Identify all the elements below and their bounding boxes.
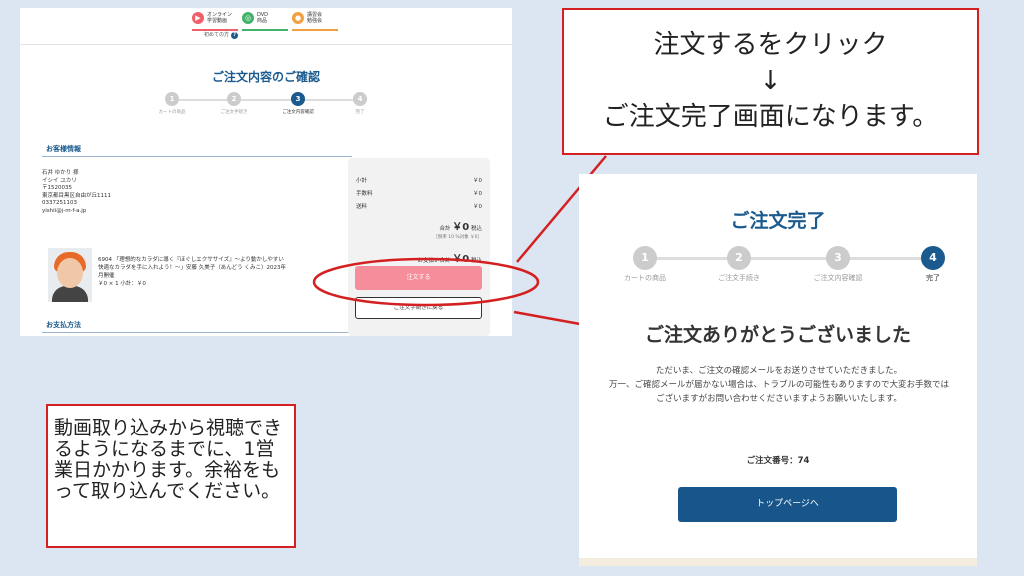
complete-step-4-number: 4	[921, 246, 945, 270]
note-text: 動画取り込みから視聴できるようになるまでに、1営業日かかります。余裕をもって取り…	[54, 417, 283, 502]
note-callout: 動画取り込みから視聴できるようになるまでに、1営業日かかります。余裕をもって取り…	[46, 404, 296, 548]
callout-line-3: ご注文完了画面になります。	[602, 102, 939, 132]
confirmation-line-1: ただいま、ご注文の確認メールをお送りさせていただきました。	[655, 366, 903, 376]
order-number-label: ご注文番号：	[746, 456, 798, 466]
instruction-callout: 注文するをクリック ↓ ご注文完了画面になります。	[562, 8, 979, 155]
order-number-value: 74	[797, 456, 810, 466]
complete-step-3: 3 ご注文内容確認	[803, 246, 873, 283]
confirmation-message: ただいま、ご注文の確認メールをお送りさせていただきました。 万一、ご確認メールが…	[609, 364, 949, 406]
complete-step-2-number: 2	[727, 246, 751, 270]
complete-title: ご注文完了	[730, 210, 826, 232]
order-button-highlight-ellipse	[312, 257, 540, 307]
complete-step-1: 1 カートの商品	[613, 246, 677, 283]
complete-step-3-label: ご注文内容確認	[813, 274, 863, 282]
callout-line-1: 注文するをクリック	[653, 30, 888, 60]
complete-step-1-number: 1	[633, 246, 657, 270]
callout-down-arrow: ↓	[759, 66, 782, 96]
complete-step-line	[645, 257, 935, 260]
complete-step-4-label: 完了	[926, 274, 940, 282]
thanks-heading: ご注文ありがとうございました	[644, 324, 911, 346]
complete-screenshot: ご注文完了 1 カートの商品 2 ご注文手続き 3 ご注文内容確認 4 完了 ご…	[579, 174, 977, 566]
confirmation-line-2: 万一、ご確認メールが届かない場合は、トラブルの可能性もありますので大変お手数では…	[609, 380, 950, 404]
complete-step-1-label: カートの商品	[624, 274, 666, 282]
complete-step-4: 4 完了	[901, 246, 965, 283]
order-number: ご注文番号：74	[579, 454, 977, 466]
top-page-button[interactable]: トップページへ	[678, 487, 897, 522]
complete-step-2-label: ご注文手続き	[718, 274, 760, 282]
complete-step-2: 2 ご注文手続き	[707, 246, 771, 283]
complete-step-3-number: 3	[826, 246, 850, 270]
footer-bar	[579, 558, 977, 566]
